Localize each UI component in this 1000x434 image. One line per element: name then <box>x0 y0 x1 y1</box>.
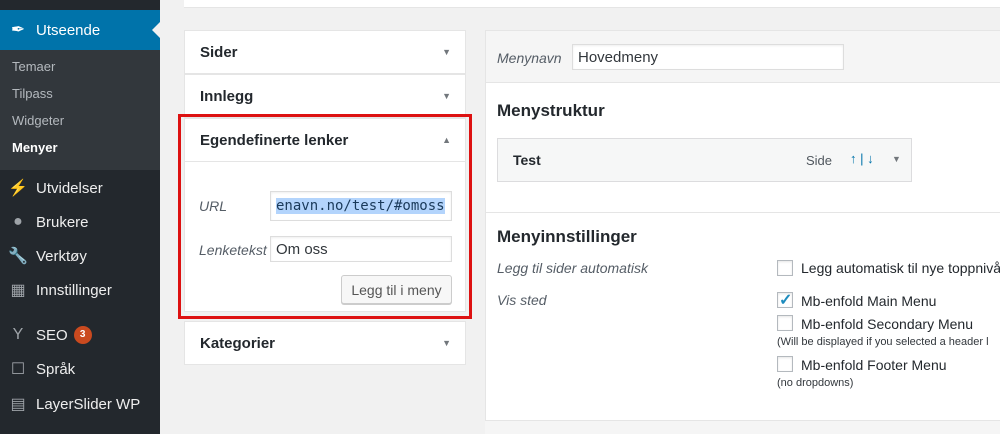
divider <box>486 212 1000 213</box>
footer-menu-checkbox[interactable] <box>777 356 793 372</box>
main-menu-checkbox[interactable] <box>777 290 793 310</box>
move-arrows[interactable]: ↑ | ↓ <box>850 151 874 166</box>
menu-structure-title: Menystruktur <box>497 101 605 120</box>
location-note: (Will be displayed if you selected a hea… <box>777 336 989 348</box>
sidebar-item-label: Innstillinger <box>36 281 112 299</box>
sidebar-item-innstillinger[interactable]: ▦ Innstillinger <box>0 273 160 307</box>
sidebar-item-seo[interactable]: Y SEO 3 <box>0 318 160 352</box>
caret-down-icon: ▼ <box>442 47 451 57</box>
menu-item-title: Test <box>513 152 541 168</box>
auto-add-label: Legg til sider automatisk <box>497 260 648 276</box>
notification-badge: 3 <box>73 326 92 344</box>
menu-header: Menynavn Hovedmeny <box>486 31 1000 83</box>
accordion-title: Sider <box>200 43 238 61</box>
location-option-label: Mb-enfold Main Menu <box>801 293 937 309</box>
caret-down-icon: ▼ <box>442 338 451 348</box>
location-note: (no dropdowns) <box>777 377 854 389</box>
caret-down-icon[interactable]: ▼ <box>892 154 901 164</box>
settings-icon: ▦ <box>10 282 26 299</box>
admin-sidebar: ✒ Utseende Temaer Tilpass Widgeter Menye… <box>0 0 160 434</box>
caret-down-icon: ▼ <box>442 91 451 101</box>
sidebar-item-sprak[interactable]: ☐ Språk <box>0 352 160 386</box>
accordion-kategorier[interactable]: Kategorier ▼ <box>184 321 466 365</box>
top-strip <box>184 0 1000 8</box>
sidebar-item-utseende[interactable]: ✒ Utseende <box>0 10 160 50</box>
sidebar-item-label: Utseende <box>36 21 101 39</box>
menu-settings-title: Menyinnstillinger <box>497 227 637 246</box>
layers-icon: ▤ <box>10 396 26 413</box>
menu-item-type: Side <box>806 153 833 168</box>
submenu-menyer[interactable]: Menyer <box>0 138 160 165</box>
accordion-title: Kategorier <box>200 334 276 352</box>
secondary-menu-checkbox[interactable] <box>777 315 793 331</box>
location-option-label: Mb-enfold Secondary Menu <box>801 316 973 332</box>
sidebar-item-label: SEO <box>36 326 68 344</box>
sidebar-item-layerslider[interactable]: ▤ LayerSlider WP <box>0 387 160 421</box>
location-label: Vis sted <box>497 292 547 308</box>
sidebar-item-label: Språk <box>36 360 76 378</box>
menu-footer-bar <box>485 420 1000 434</box>
sidebar-item-label: LayerSlider WP <box>36 395 141 413</box>
brush-icon: ✒ <box>10 20 26 39</box>
menu-name-input[interactable]: Hovedmeny <box>572 44 844 70</box>
sidebar-item-verktoy[interactable]: 🔧 Verktøy <box>0 239 160 273</box>
submenu-temaer[interactable]: Temaer <box>0 57 160 84</box>
menu-edit-panel: Menynavn Hovedmeny Menystruktur Test Sid… <box>485 30 1000 434</box>
sidebar-submenu: Temaer Tilpass Widgeter Menyer <box>0 50 160 170</box>
sidebar-item-brukere[interactable]: ● Brukere <box>0 205 160 239</box>
auto-add-checkbox[interactable] <box>777 260 793 276</box>
auto-add-option-label: Legg automatisk til nye toppnivå <box>801 260 1000 276</box>
accordion-innlegg[interactable]: Innlegg ▼ <box>184 74 466 118</box>
user-icon: ● <box>13 213 23 230</box>
translate-icon: ☐ <box>10 361 26 378</box>
location-option-label: Mb-enfold Footer Menu <box>801 357 947 373</box>
highlight-frame <box>178 114 472 319</box>
sidebar-item-label: Utvidelser <box>36 179 103 197</box>
menu-name-label: Menynavn <box>497 50 562 66</box>
sidebar-item-label: Verktøy <box>36 247 87 265</box>
submenu-widgeter[interactable]: Widgeter <box>0 111 160 138</box>
submenu-tilpass[interactable]: Tilpass <box>0 84 160 111</box>
accordion-title: Innlegg <box>200 87 254 105</box>
sidebar-item-utvidelser[interactable]: ⚡ Utvidelser <box>0 171 160 205</box>
plug-icon: ⚡ <box>8 180 28 197</box>
menu-item[interactable]: Test Side ↑ | ↓ ▼ <box>497 138 912 182</box>
wrench-icon: 🔧 <box>8 248 28 265</box>
sidebar-item-label: Brukere <box>36 213 89 231</box>
accordion-sider[interactable]: Sider ▼ <box>184 30 466 74</box>
yoast-icon: Y <box>12 326 24 343</box>
